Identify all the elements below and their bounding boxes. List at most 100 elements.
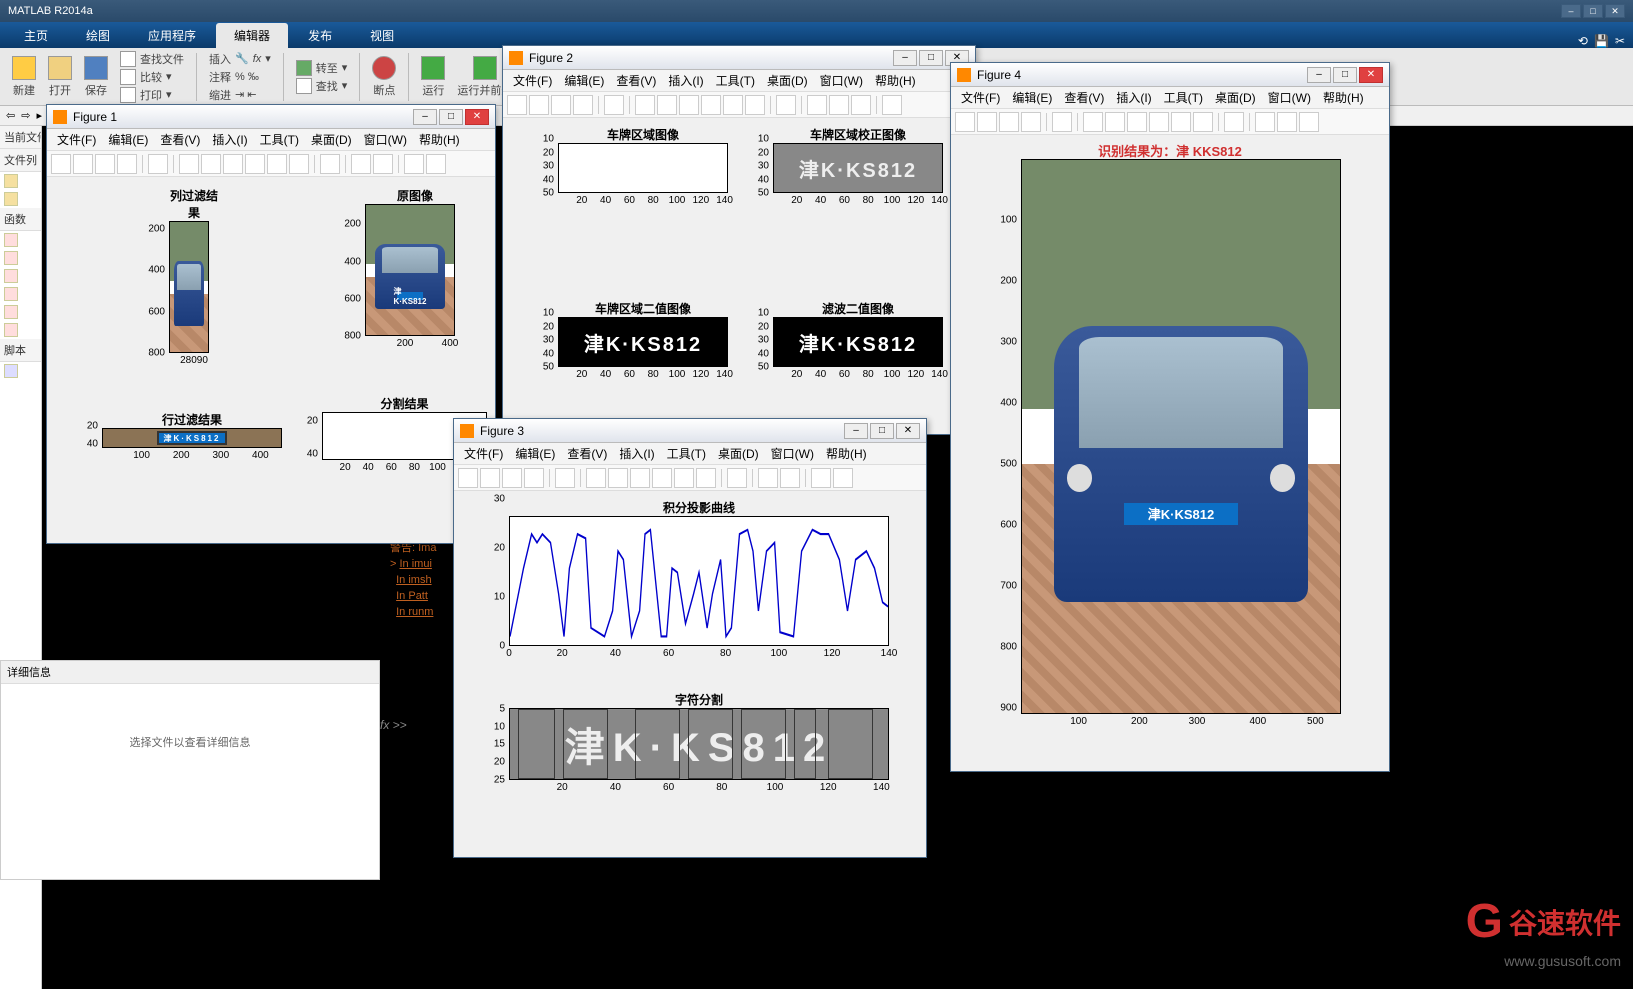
zoom-in-icon[interactable] bbox=[635, 95, 655, 115]
function-item[interactable] bbox=[0, 285, 41, 303]
menu-file[interactable]: 文件(F) bbox=[955, 89, 1006, 106]
new-button[interactable]: 新建 bbox=[8, 56, 40, 98]
figure-4-titlebar[interactable]: Figure 4 – □ ✕ bbox=[951, 63, 1389, 87]
minimize-button[interactable]: – bbox=[413, 109, 437, 125]
figure-1-titlebar[interactable]: Figure 1 – □ ✕ bbox=[47, 105, 495, 129]
figure-3-window[interactable]: Figure 3 – □ ✕ 文件(F) 编辑(E) 查看(V) 插入(I) 工… bbox=[453, 418, 927, 858]
menu-help[interactable]: 帮助(H) bbox=[413, 131, 466, 148]
dock-icon[interactable] bbox=[404, 154, 424, 174]
open-icon[interactable] bbox=[480, 468, 500, 488]
menu-window[interactable]: 窗口(W) bbox=[814, 72, 869, 89]
minimize-button[interactable]: – bbox=[1307, 67, 1331, 83]
menu-view[interactable]: 查看(V) bbox=[610, 72, 662, 89]
save-icon[interactable] bbox=[551, 95, 571, 115]
zoom-out-icon[interactable] bbox=[657, 95, 677, 115]
nav-fwd-icon[interactable]: ⇨ bbox=[21, 109, 30, 122]
maximize-button[interactable]: □ bbox=[919, 50, 943, 66]
figure-2-titlebar[interactable]: Figure 2 – □ ✕ bbox=[503, 46, 975, 70]
pointer-icon[interactable] bbox=[1052, 112, 1072, 132]
compare-button[interactable]: 比较 ▾ bbox=[120, 69, 184, 85]
open-icon[interactable] bbox=[977, 112, 997, 132]
tab-apps[interactable]: 应用程序 bbox=[130, 23, 214, 48]
colorbar-icon[interactable] bbox=[727, 468, 747, 488]
legend-icon[interactable] bbox=[373, 154, 393, 174]
dock-icon[interactable] bbox=[1299, 112, 1319, 132]
menu-insert[interactable]: 插入(I) bbox=[613, 445, 660, 462]
tab-editor[interactable]: 编辑器 bbox=[216, 23, 288, 48]
link-icon[interactable] bbox=[1255, 112, 1275, 132]
menu-window[interactable]: 窗口(W) bbox=[358, 131, 413, 148]
fx-prompt[interactable]: fx >> bbox=[380, 718, 407, 732]
insert-button[interactable]: 插入 🔧 fx ▾ bbox=[209, 51, 271, 67]
dock-icon[interactable] bbox=[811, 468, 831, 488]
minimize-button[interactable]: – bbox=[844, 423, 868, 439]
save-icon[interactable] bbox=[95, 154, 115, 174]
menu-edit[interactable]: 编辑(E) bbox=[1006, 89, 1058, 106]
maximize-button[interactable]: □ bbox=[1333, 67, 1357, 83]
legend-icon[interactable] bbox=[780, 468, 800, 488]
qa-icon[interactable]: ⟲ bbox=[1578, 34, 1588, 48]
nav-back-icon[interactable]: ⇦ bbox=[6, 109, 15, 122]
menu-file[interactable]: 文件(F) bbox=[51, 131, 102, 148]
menu-view[interactable]: 查看(V) bbox=[561, 445, 613, 462]
zoom-out-icon[interactable] bbox=[608, 468, 628, 488]
link-icon[interactable] bbox=[351, 154, 371, 174]
figure-3-titlebar[interactable]: Figure 3 – □ ✕ bbox=[454, 419, 926, 443]
close-button[interactable]: ✕ bbox=[1605, 4, 1625, 18]
menu-file[interactable]: 文件(F) bbox=[458, 445, 509, 462]
menu-file[interactable]: 文件(F) bbox=[507, 72, 558, 89]
indent-button[interactable]: 缩进 ⇥ ⇤ bbox=[209, 87, 271, 103]
save-icon[interactable] bbox=[999, 112, 1019, 132]
menu-view[interactable]: 查看(V) bbox=[154, 131, 206, 148]
print-icon[interactable] bbox=[573, 95, 593, 115]
brush-icon[interactable] bbox=[745, 95, 765, 115]
menu-help[interactable]: 帮助(H) bbox=[869, 72, 922, 89]
function-item[interactable] bbox=[0, 231, 41, 249]
menu-view[interactable]: 查看(V) bbox=[1058, 89, 1110, 106]
close-button[interactable]: ✕ bbox=[1359, 67, 1383, 83]
insert-colorbar-icon[interactable] bbox=[320, 154, 340, 174]
zoom-out-icon[interactable] bbox=[201, 154, 221, 174]
save-icon[interactable] bbox=[502, 468, 522, 488]
menu-tools[interactable]: 工具(T) bbox=[661, 445, 712, 462]
qa-icon[interactable]: ✂ bbox=[1615, 34, 1625, 48]
menu-window[interactable]: 窗口(W) bbox=[765, 445, 820, 462]
print-icon[interactable] bbox=[524, 468, 544, 488]
print-icon[interactable] bbox=[117, 154, 137, 174]
legend-icon[interactable] bbox=[1277, 112, 1297, 132]
brush-icon[interactable] bbox=[289, 154, 309, 174]
find-button[interactable]: 查找 ▾ bbox=[296, 78, 348, 94]
datacursor-icon[interactable] bbox=[267, 154, 287, 174]
datacursor-icon[interactable] bbox=[723, 95, 743, 115]
rotate-icon[interactable] bbox=[652, 468, 672, 488]
run-button[interactable]: 运行 bbox=[417, 56, 449, 98]
pointer-icon[interactable] bbox=[148, 154, 168, 174]
dock-icon[interactable] bbox=[426, 154, 446, 174]
rotate-icon[interactable] bbox=[701, 95, 721, 115]
menu-insert[interactable]: 插入(I) bbox=[206, 131, 253, 148]
breakpoint-button[interactable]: 断点 bbox=[368, 56, 400, 98]
menu-desktop[interactable]: 桌面(D) bbox=[1209, 89, 1262, 106]
menu-desktop[interactable]: 桌面(D) bbox=[305, 131, 358, 148]
tab-publish[interactable]: 发布 bbox=[290, 23, 350, 48]
brush-icon[interactable] bbox=[696, 468, 716, 488]
open-icon[interactable] bbox=[529, 95, 549, 115]
legend-icon[interactable] bbox=[829, 95, 849, 115]
goto-button[interactable]: 转至 ▾ bbox=[296, 60, 348, 76]
figure-1-window[interactable]: Figure 1 – □ ✕ 文件(F) 编辑(E) 查看(V) 插入(I) 工… bbox=[46, 104, 496, 544]
colorbar-icon[interactable] bbox=[776, 95, 796, 115]
menu-help[interactable]: 帮助(H) bbox=[820, 445, 873, 462]
menu-insert[interactable]: 插入(I) bbox=[662, 72, 709, 89]
print-icon[interactable] bbox=[1021, 112, 1041, 132]
close-button[interactable]: ✕ bbox=[465, 109, 489, 125]
menu-edit[interactable]: 编辑(E) bbox=[102, 131, 154, 148]
function-item[interactable] bbox=[0, 267, 41, 285]
function-item[interactable] bbox=[0, 303, 41, 321]
datacursor-icon[interactable] bbox=[1171, 112, 1191, 132]
menu-tools[interactable]: 工具(T) bbox=[1158, 89, 1209, 106]
dock-icon[interactable] bbox=[833, 468, 853, 488]
new-icon[interactable] bbox=[51, 154, 71, 174]
new-icon[interactable] bbox=[458, 468, 478, 488]
zoom-in-icon[interactable] bbox=[586, 468, 606, 488]
maximize-button[interactable]: □ bbox=[439, 109, 463, 125]
